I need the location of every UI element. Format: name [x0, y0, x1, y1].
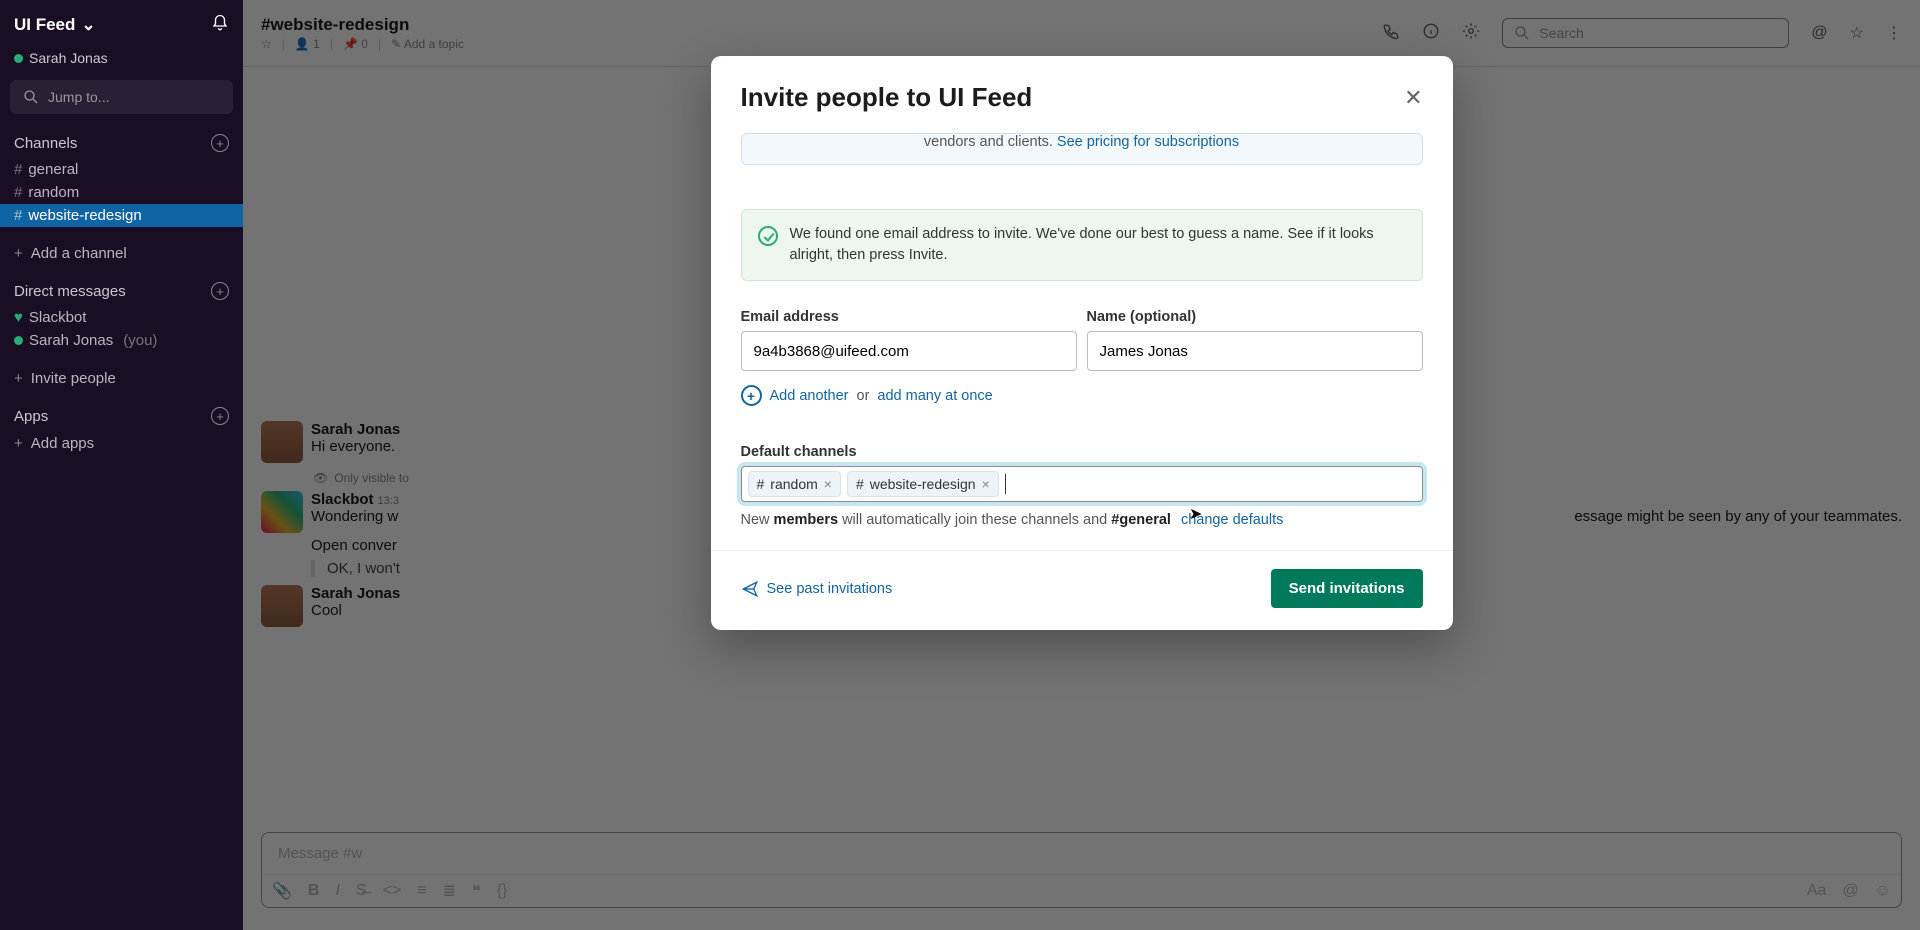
dm-header[interactable]: Direct messages +: [0, 276, 243, 306]
send-icon: [741, 580, 759, 598]
change-defaults-link[interactable]: change defaults: [1181, 512, 1283, 528]
heart-icon: ♥: [14, 309, 23, 326]
modal-overlay[interactable]: Invite people to UI Feed ✕ vendors and c…: [243, 0, 1920, 930]
pricing-link[interactable]: See pricing for subscriptions: [1057, 134, 1239, 150]
channel-item[interactable]: #general: [0, 158, 243, 181]
team-header[interactable]: UI Feed ⌄: [0, 0, 243, 50]
invite-people-link[interactable]: +Invite people: [0, 366, 243, 391]
channel-item[interactable]: #website-redesign: [0, 204, 243, 227]
apps-header[interactable]: Apps +: [0, 401, 243, 431]
plus-icon: +: [14, 435, 23, 452]
presence-dot-icon: [14, 54, 23, 63]
text-caret: [1005, 474, 1006, 494]
name-label: Name (optional): [1087, 309, 1423, 325]
add-channel-link[interactable]: +Add a channel: [0, 241, 243, 266]
dm-item[interactable]: Sarah Jonas (you): [0, 329, 243, 352]
team-name: UI Feed: [14, 15, 75, 35]
invite-modal: Invite people to UI Feed ✕ vendors and c…: [711, 56, 1453, 630]
new-dm-icon[interactable]: +: [211, 282, 229, 300]
search-icon: [22, 88, 40, 106]
send-invitations-button[interactable]: Send invitations: [1271, 569, 1423, 608]
remove-token-icon[interactable]: ×: [982, 476, 990, 492]
hash-icon: #: [14, 184, 22, 201]
name-input[interactable]: [1087, 331, 1423, 371]
email-label: Email address: [741, 309, 1077, 325]
remove-token-icon[interactable]: ×: [824, 476, 832, 492]
jump-to[interactable]: Jump to...: [10, 80, 233, 114]
add-app-icon[interactable]: +: [211, 407, 229, 425]
bell-icon[interactable]: [211, 14, 229, 37]
add-many-link[interactable]: add many at once: [877, 388, 992, 404]
default-channels-input[interactable]: #random× #website-redesign×: [741, 466, 1423, 502]
plus-icon: +: [14, 370, 23, 387]
past-invitations-link[interactable]: See past invitations: [741, 580, 893, 598]
main: #website-redesign ☆| 👤 1| 📌 0| ✎ Add a t…: [243, 0, 1920, 930]
dm-list: ♥Slackbot Sarah Jonas (you): [0, 306, 243, 352]
channel-token: #website-redesign×: [847, 471, 999, 497]
channel-token: #random×: [748, 471, 841, 497]
close-button[interactable]: ✕: [1404, 85, 1422, 111]
email-input[interactable]: [741, 331, 1077, 371]
dm-item[interactable]: ♥Slackbot: [0, 306, 243, 329]
hash-icon: #: [757, 476, 765, 492]
current-user: Sarah Jonas: [0, 50, 243, 76]
check-icon: [758, 226, 778, 246]
hash-icon: #: [14, 207, 22, 224]
sidebar: UI Feed ⌄ Sarah Jonas Jump to... Channel…: [0, 0, 243, 930]
channels-header[interactable]: Channels +: [0, 128, 243, 158]
channel-item[interactable]: #random: [0, 181, 243, 204]
channel-list: #general #random #website-redesign: [0, 158, 243, 227]
pricing-banner: vendors and clients. See pricing for sub…: [741, 133, 1423, 165]
chevron-down-icon: ⌄: [81, 15, 95, 35]
plus-icon[interactable]: +: [741, 385, 762, 406]
default-channels-hint: New members will automatically join thes…: [741, 512, 1423, 528]
hash-icon: #: [14, 161, 22, 178]
plus-icon: +: [14, 245, 23, 262]
hash-icon: #: [856, 476, 864, 492]
add-channel-icon[interactable]: +: [211, 134, 229, 152]
default-channels-label: Default channels: [741, 444, 1423, 460]
success-banner: We found one email address to invite. We…: [741, 209, 1423, 281]
add-apps-link[interactable]: +Add apps: [0, 431, 243, 456]
modal-title: Invite people to UI Feed: [741, 82, 1033, 113]
add-another-link[interactable]: Add another: [770, 388, 849, 404]
presence-dot-icon: [14, 336, 23, 345]
